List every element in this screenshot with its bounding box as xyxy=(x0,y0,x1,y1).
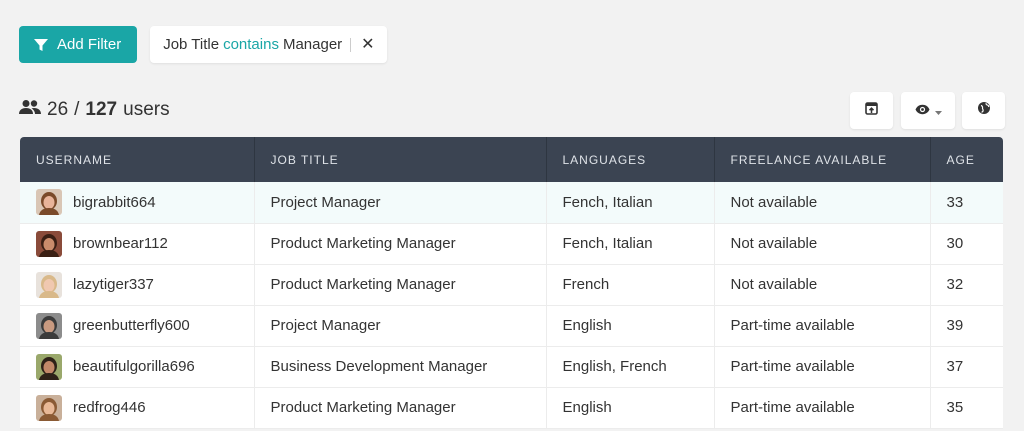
table-row[interactable]: brownbear112 Product Marketing Manager Fen… xyxy=(20,223,1003,265)
username-cell: lazytiger337 xyxy=(20,264,255,306)
filter-chip-field: Job Title xyxy=(163,36,220,53)
username[interactable]: greenbutterfly600 xyxy=(73,317,190,334)
total-count: 127 xyxy=(85,99,118,120)
avatar xyxy=(36,353,62,380)
job-title-cell: Product Marketing Manager xyxy=(254,264,547,306)
languages-cell: English, French xyxy=(546,346,715,388)
add-filter-button[interactable]: Add Filter xyxy=(19,26,138,63)
users-icon xyxy=(19,99,47,121)
filter-icon xyxy=(33,37,49,53)
username[interactable]: lazytiger337 xyxy=(73,276,154,293)
column-header-username[interactable]: USERNAME xyxy=(20,137,255,182)
filter-chip-divider xyxy=(350,37,352,52)
job-title-cell: Product Marketing Manager xyxy=(254,223,547,265)
globe-icon xyxy=(977,101,991,120)
freelance-cell: Not available xyxy=(714,264,931,306)
languages-cell: Fench, Italian xyxy=(546,223,715,265)
languages-cell: Fench, Italian xyxy=(546,182,715,224)
username-cell: greenbutterfly600 xyxy=(20,305,255,347)
filter-chip-operator: contains xyxy=(223,36,279,53)
table-row[interactable]: redfrog446 Product Marketing Manager Engli… xyxy=(20,387,1003,429)
table-row[interactable]: greenbutterfly600 Project Manager English P… xyxy=(20,305,1003,347)
age-cell: 30 xyxy=(930,223,1003,265)
job-title-cell: Business Development Manager xyxy=(254,346,547,388)
count-unit: users xyxy=(123,99,170,120)
username[interactable]: beautifulgorilla696 xyxy=(73,358,195,375)
avatar xyxy=(36,271,62,298)
username-cell: brownbear112 xyxy=(20,223,255,265)
table-header-row: USERNAME JOB TITLE LANGUAGES FREELANCE A… xyxy=(20,137,1003,182)
username-cell: beautifulgorilla696 xyxy=(20,346,255,388)
add-filter-label: Add Filter xyxy=(57,36,122,53)
age-cell: 32 xyxy=(930,264,1003,306)
avatar xyxy=(36,189,62,216)
age-cell: 37 xyxy=(930,346,1003,388)
users-table: USERNAME JOB TITLE LANGUAGES FREELANCE A… xyxy=(20,137,1003,429)
table-row[interactable]: lazytiger337 Product Marketing Manager Fre… xyxy=(20,264,1003,306)
freelance-cell: Not available xyxy=(714,182,931,224)
filter-toolbar: Add Filter Job Title contains Manager ✕ xyxy=(19,26,387,63)
eye-icon xyxy=(915,102,930,120)
user-count: 26 / 127 users xyxy=(19,99,170,121)
languages-cell: English xyxy=(546,305,715,347)
column-header-languages[interactable]: LANGUAGES xyxy=(546,137,715,182)
column-header-freelance[interactable]: FREELANCE AVAILABLE xyxy=(714,137,931,182)
languages-cell: English xyxy=(546,387,715,429)
table-row[interactable]: beautifulgorilla696 Business Development … xyxy=(20,346,1003,388)
chevron-down-icon xyxy=(934,102,942,120)
shown-count: 26 xyxy=(47,99,69,120)
freelance-cell: Not available xyxy=(714,223,931,265)
table-row[interactable]: bigrabbit664 Project Manager Fench, Italia… xyxy=(20,182,1003,224)
freelance-cell: Part-time available xyxy=(714,387,931,429)
count-separator: / xyxy=(74,99,80,120)
avatar xyxy=(36,230,62,257)
column-header-job-title[interactable]: JOB TITLE xyxy=(254,137,547,182)
username[interactable]: redfrog446 xyxy=(73,399,146,416)
job-title-cell: Project Manager xyxy=(254,182,547,224)
username[interactable]: brownbear112 xyxy=(73,235,168,252)
close-icon[interactable]: ✕ xyxy=(361,36,374,53)
username[interactable]: bigrabbit664 xyxy=(73,194,156,211)
age-cell: 39 xyxy=(930,305,1003,347)
freelance-cell: Part-time available xyxy=(714,305,931,347)
language-button[interactable] xyxy=(962,92,1005,129)
visibility-menu-button[interactable] xyxy=(901,92,955,129)
export-button[interactable] xyxy=(850,92,893,129)
avatar xyxy=(36,394,62,421)
freelance-cell: Part-time available xyxy=(714,346,931,388)
age-cell: 33 xyxy=(930,182,1003,224)
filter-chip-value: Manager xyxy=(282,36,343,53)
age-cell: 35 xyxy=(930,387,1003,429)
username-cell: bigrabbit664 xyxy=(20,182,255,224)
filter-chip[interactable]: Job Title contains Manager ✕ xyxy=(150,26,387,63)
job-title-cell: Project Manager xyxy=(254,305,547,347)
job-title-cell: Product Marketing Manager xyxy=(254,387,547,429)
avatar xyxy=(36,312,62,339)
column-header-age[interactable]: AGE xyxy=(930,137,1003,182)
export-icon xyxy=(865,101,878,120)
languages-cell: French xyxy=(546,264,715,306)
username-cell: redfrog446 xyxy=(20,387,255,429)
